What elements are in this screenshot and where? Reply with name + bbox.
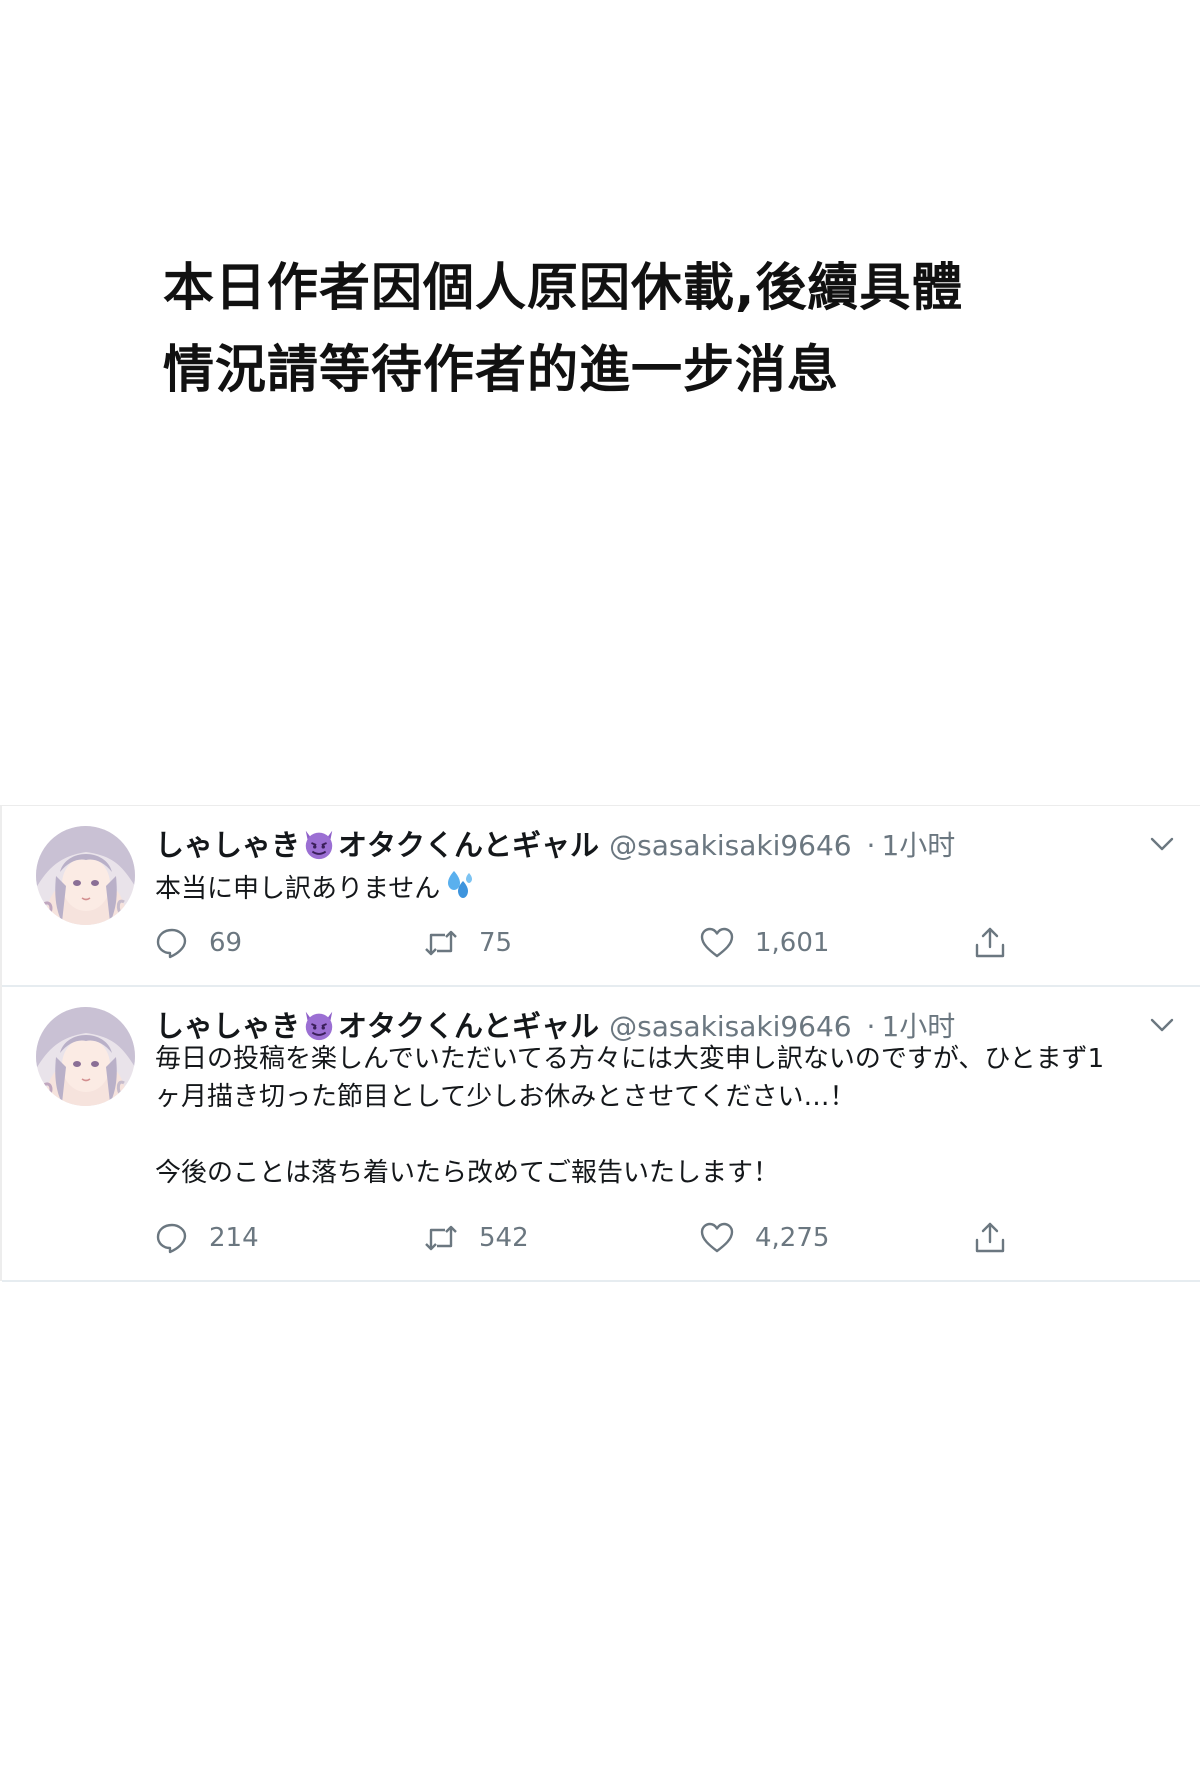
share-icon [975, 927, 1005, 958]
announcement-text: 本日作者因個人原因休載,後續具體 情況請等待作者的進一步消息 [163, 248, 1063, 412]
display-name[interactable]: しゃしゃき オタクくんとギャル [155, 1009, 609, 1043]
user-handle[interactable]: @sasakisaki9646 [609, 829, 851, 862]
tweet-header: しゃしゃき オタクくんとギャル @sasakisaki9646 · 1小时 [155, 825, 955, 865]
avatar[interactable] [36, 826, 135, 925]
reply-count: 69 [209, 928, 243, 958]
devil-emoji-icon [305, 1011, 333, 1041]
timestamp[interactable]: 1小时 [881, 1010, 955, 1043]
heart-icon [700, 927, 734, 958]
reply-count: 214 [209, 1223, 259, 1253]
devil-emoji-icon [305, 830, 333, 860]
avatar[interactable] [36, 1007, 135, 1106]
retweet-icon [425, 1225, 457, 1251]
like-count: 1,601 [755, 928, 830, 958]
tweet-text-line-2: ヶ月描き切った節目として少しお休みとさせてください…！ [155, 1082, 856, 1112]
share-icon [975, 1222, 1005, 1253]
announcement-line-1: 本日作者因個人原因休載,後續具體 [163, 259, 964, 318]
display-name[interactable]: しゃしゃき オタクくんとギャル [155, 828, 609, 862]
like-button[interactable]: 4,275 [699, 1218, 829, 1258]
retweet-count: 75 [479, 928, 513, 958]
retweet-icon [425, 930, 457, 956]
tweet-text: 本当に申し訳ありません [155, 869, 476, 908]
tweet-feed: しゃしゃき オタクくんとギャル @sasakisaki9646 · 1小时 本当に申… [0, 805, 1200, 1282]
tweet-text-line-3: 今後のことは落ち着いたら改めてご報告いたします！ [155, 1158, 780, 1188]
like-button[interactable]: 1,601 [699, 923, 829, 963]
reply-icon [156, 928, 187, 959]
separator-dot: · [866, 829, 876, 862]
share-button[interactable] [972, 923, 1028, 963]
tweet-1[interactable]: しゃしゃき オタクくんとギャル @sasakisaki9646 · 1小时 本当に申… [2, 806, 1200, 987]
separator-dot: · [866, 1010, 876, 1043]
tweet-actions: 214 542 4,275 [2, 1218, 1200, 1258]
retweet-count: 542 [479, 1223, 529, 1253]
like-count: 4,275 [755, 1223, 830, 1253]
chevron-down-icon[interactable] [1150, 1017, 1174, 1033]
tweet-text-line-1: 毎日の投稿を楽しんでいただいてる方々には大変申し訳ないのですが、ひとまず1 [155, 1044, 1105, 1074]
retweet-button[interactable]: 542 [423, 1218, 529, 1258]
tweet-actions: 69 75 1,601 [2, 923, 1200, 963]
share-button[interactable] [972, 1218, 1028, 1258]
timestamp[interactable]: 1小时 [881, 829, 955, 862]
chevron-down-icon[interactable] [1150, 836, 1174, 852]
retweet-button[interactable]: 75 [423, 923, 512, 963]
tweet-text: 毎日の投稿を楽しんでいただいてる方々には大変申し訳ないのですが、ひとまず1 ヶ月… [155, 1040, 1104, 1192]
announcement-line-2: 情況請等待作者的進一步消息 [163, 341, 840, 400]
user-handle[interactable]: @sasakisaki9646 [609, 1010, 851, 1043]
reply-button[interactable]: 214 [155, 1218, 259, 1258]
reply-icon [156, 1223, 187, 1254]
tweet-2[interactable]: しゃしゃき オタクくんとギャル @sasakisaki9646 · 1小时 毎日の投… [2, 987, 1200, 1282]
heart-icon [700, 1222, 734, 1253]
reply-button[interactable]: 69 [155, 923, 242, 963]
sweat-droplets-icon [448, 871, 473, 898]
